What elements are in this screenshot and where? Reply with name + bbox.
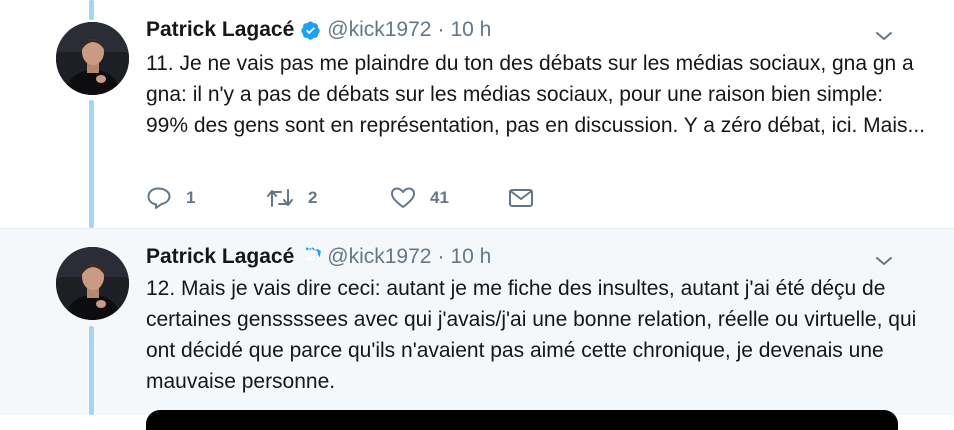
reply-icon <box>146 186 172 210</box>
author-name[interactable]: Patrick Lagacé <box>146 18 294 42</box>
tweet-11[interactable]: Patrick Lagacé @kick1972 · 10 h 11. Je n… <box>0 0 954 228</box>
avatar[interactable] <box>56 247 129 320</box>
avatar[interactable] <box>56 22 129 95</box>
separator-dot: · <box>437 245 445 268</box>
media-preview[interactable] <box>146 410 898 430</box>
tweet-12[interactable]: Patrick Lagacé @kick1972 · 10 h 12. Mais… <box>0 228 954 430</box>
chevron-down-icon[interactable] <box>874 26 894 46</box>
retweet-count: 2 <box>308 188 318 207</box>
author-handle[interactable]: @kick1972 <box>327 245 431 269</box>
tweet-text: 12. Mais je vais dire ceci: autant je me… <box>146 277 917 393</box>
author-name[interactable]: Patrick Lagacé <box>146 245 294 269</box>
separator-dot: · <box>437 18 445 41</box>
direct-message-button[interactable] <box>508 186 534 210</box>
tweet-header: Patrick Lagacé @kick1972 · 10 h <box>146 18 491 42</box>
author-handle[interactable]: @kick1972 <box>327 18 431 42</box>
chevron-down-icon[interactable] <box>874 251 894 271</box>
tweet-actions: 1 2 41 <box>146 186 534 210</box>
retweet-icon <box>266 186 294 210</box>
direct-message-icon <box>508 186 534 210</box>
tweet-text: 11. Je ne vais pas me plaindre du ton de… <box>146 52 926 137</box>
thread-connector-line <box>89 326 94 415</box>
timestamp[interactable]: 10 h <box>450 245 491 269</box>
thread-connector-line <box>89 100 94 228</box>
verified-badge-icon <box>300 20 321 41</box>
verified-badge-icon <box>300 247 322 268</box>
tweet-header: Patrick Lagacé @kick1972 · 10 h <box>146 245 491 269</box>
thread-connector-line <box>89 0 94 20</box>
timestamp[interactable]: 10 h <box>450 18 491 42</box>
like-icon <box>390 186 416 210</box>
retweet-button[interactable]: 2 <box>266 186 390 210</box>
like-button[interactable]: 41 <box>390 186 508 210</box>
like-count: 41 <box>430 188 449 207</box>
reply-count: 1 <box>186 188 196 207</box>
reply-button[interactable]: 1 <box>146 186 266 210</box>
